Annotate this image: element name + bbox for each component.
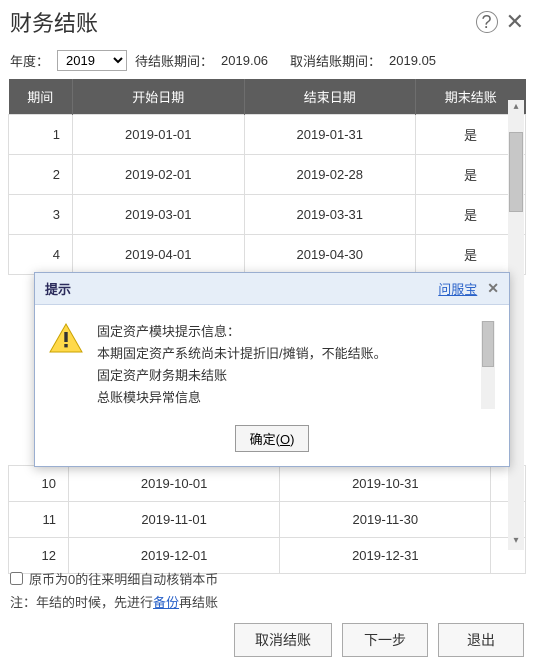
table-row[interactable]: 12019-01-012019-01-31是 xyxy=(9,115,526,155)
msg-line: 固定资产财务期未结账 xyxy=(97,365,467,387)
year-select[interactable]: 2019 xyxy=(57,50,127,71)
cell-start: 2019-03-01 xyxy=(73,195,245,235)
service-link[interactable]: 问服宝 xyxy=(438,279,477,298)
footer-note: 注：年结的时候，先进行备份再结账 xyxy=(10,592,524,611)
auto-writeoff-label: 原币为0的往来明细自动核销本币 xyxy=(29,569,218,588)
title-bar: 财务结账 ? ✕ xyxy=(0,0,534,40)
table-row[interactable]: 42019-04-012019-04-30是 xyxy=(9,235,526,275)
msg-line: 固定资产模块提示信息： xyxy=(97,321,467,343)
cell-period: 3 xyxy=(9,195,73,235)
cell-end: 2019-03-31 xyxy=(244,195,416,235)
cell-period: 10 xyxy=(9,466,69,502)
cell-start: 2019-11-01 xyxy=(69,502,280,538)
cell-period: 1 xyxy=(9,115,73,155)
cell-period: 2 xyxy=(9,155,73,195)
ok-button[interactable]: 确定(O) xyxy=(235,425,310,452)
cell-start: 2019-01-01 xyxy=(73,115,245,155)
table-row[interactable]: 102019-10-012019-10-31 xyxy=(9,466,526,502)
dialog-close-icon[interactable]: ✕ xyxy=(487,280,499,297)
footer: 原币为0的往来明细自动核销本币 注：年结的时候，先进行备份再结账 取消结账 下一… xyxy=(10,569,524,657)
prompt-dialog: 提示 问服宝 ✕ 固定资产模块提示信息： 本期固定资产系统尚未计提折旧/摊销，不… xyxy=(34,272,510,467)
cell-start: 2019-10-01 xyxy=(69,466,280,502)
cell-end: 2019-02-28 xyxy=(244,155,416,195)
periods-table-lower: 102019-10-012019-10-31112019-11-012019-1… xyxy=(8,465,526,574)
col-period: 期间 xyxy=(9,79,73,115)
close-icon[interactable]: ✕ xyxy=(506,9,524,35)
vertical-scrollbar[interactable]: ▴ ▾ xyxy=(508,100,524,550)
cell-end: 2019-01-31 xyxy=(244,115,416,155)
msg-line: 总账模块异常信息 xyxy=(97,387,467,409)
table-row[interactable]: 32019-03-012019-03-31是 xyxy=(9,195,526,235)
dialog-scroll-thumb[interactable] xyxy=(482,321,494,367)
col-end: 结束日期 xyxy=(244,79,416,115)
help-icon[interactable]: ? xyxy=(476,11,498,33)
page-title: 财务结账 xyxy=(10,6,98,38)
col-start: 开始日期 xyxy=(73,79,245,115)
pending-label: 待结账期间： xyxy=(135,51,213,70)
cell-start: 2019-04-01 xyxy=(73,235,245,275)
warning-icon xyxy=(49,323,83,353)
cancel-period-value: 2019.05 xyxy=(389,53,436,68)
dialog-message: 固定资产模块提示信息： 本期固定资产系统尚未计提折旧/摊销，不能结账。 固定资产… xyxy=(97,321,467,409)
cell-period: 11 xyxy=(9,502,69,538)
dialog-header: 提示 问服宝 ✕ xyxy=(35,273,509,305)
table-row[interactable]: 22019-02-012019-02-28是 xyxy=(9,155,526,195)
scroll-up-icon[interactable]: ▴ xyxy=(508,100,524,116)
auto-writeoff-checkbox[interactable] xyxy=(10,572,23,585)
cell-end: 2019-04-30 xyxy=(244,235,416,275)
scroll-down-icon[interactable]: ▾ xyxy=(508,534,524,550)
dialog-scrollbar[interactable] xyxy=(481,321,495,409)
msg-line: 本期固定资产系统尚未计提折旧/摊销，不能结账。 xyxy=(97,343,467,365)
cell-end: 2019-10-31 xyxy=(280,466,491,502)
scroll-thumb[interactable] xyxy=(509,132,523,212)
exit-button[interactable]: 退出 xyxy=(438,623,524,657)
cell-start: 2019-02-01 xyxy=(73,155,245,195)
cancel-close-button[interactable]: 取消结账 xyxy=(234,623,332,657)
table-header-row: 期间 开始日期 结束日期 期末结账 xyxy=(9,79,526,115)
cell-end: 2019-11-30 xyxy=(280,502,491,538)
table-row[interactable]: 112019-11-012019-11-30 xyxy=(9,502,526,538)
pending-value: 2019.06 xyxy=(221,53,268,68)
dialog-title: 提示 xyxy=(45,279,71,298)
backup-link[interactable]: 备份 xyxy=(153,595,179,610)
periods-table: 期间 开始日期 结束日期 期末结账 12019-01-012019-01-31是… xyxy=(8,79,526,275)
filter-bar: 年度： 2019 待结账期间： 2019.06 取消结账期间： 2019.05 xyxy=(0,40,534,79)
year-label: 年度： xyxy=(10,51,49,70)
cell-period: 4 xyxy=(9,235,73,275)
next-button[interactable]: 下一步 xyxy=(342,623,428,657)
cancel-period-label: 取消结账期间： xyxy=(290,51,381,70)
